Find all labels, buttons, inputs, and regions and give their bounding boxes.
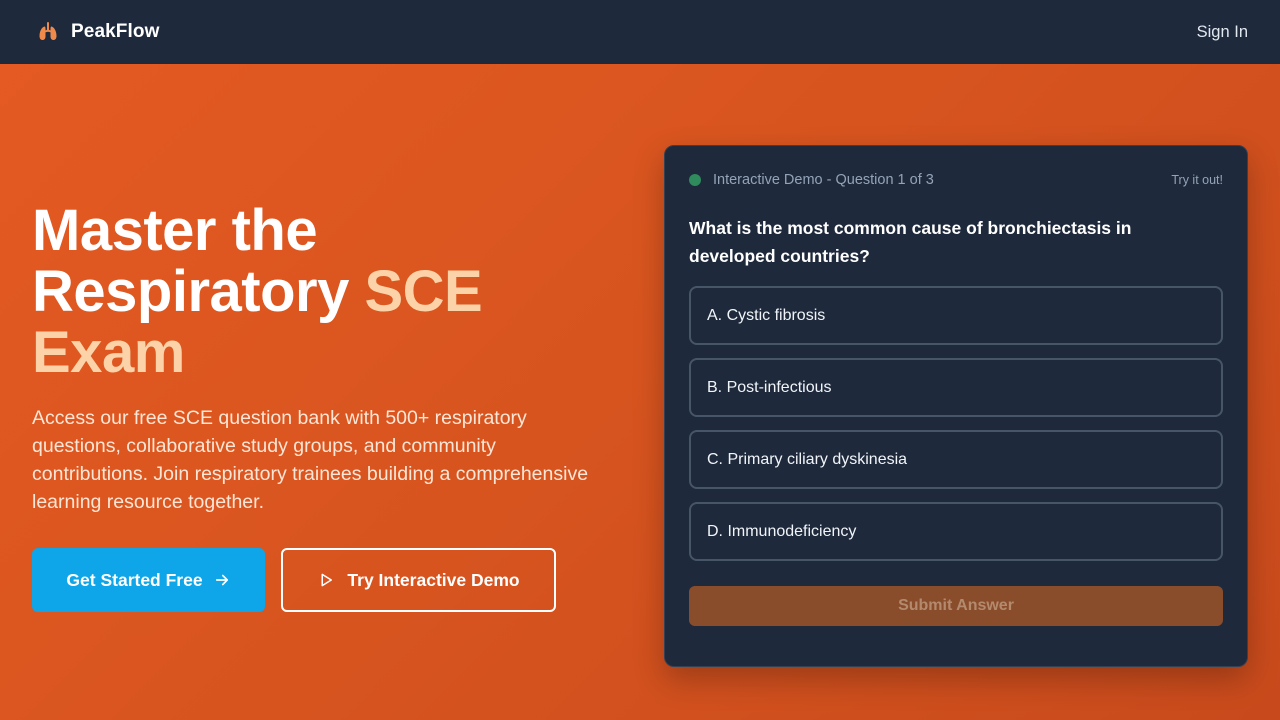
- hero-title-line3: Exam: [32, 320, 185, 385]
- brand-logo[interactable]: PeakFlow: [36, 20, 159, 44]
- hero-title-line2: Respiratory: [32, 259, 365, 324]
- answer-option-c[interactable]: C. Primary ciliary dyskinesia: [689, 430, 1223, 489]
- submit-answer-button[interactable]: Submit Answer: [689, 586, 1223, 626]
- get-started-button[interactable]: Get Started Free: [32, 548, 265, 612]
- answer-option-d[interactable]: D. Immunodeficiency: [689, 502, 1223, 561]
- arrow-right-icon: [215, 574, 228, 586]
- try-demo-label: Try Interactive Demo: [347, 569, 520, 590]
- hero-title: Master the Respiratory SCE Exam: [32, 200, 612, 383]
- play-icon: [321, 573, 333, 587]
- brand-name: PeakFlow: [71, 21, 160, 42]
- top-navbar: PeakFlow Sign In: [0, 0, 1280, 64]
- sign-in-link[interactable]: Sign In: [1197, 23, 1248, 42]
- hero-description: Access our free SCE question bank with 5…: [32, 407, 589, 513]
- demo-progress-label: Interactive Demo - Question 1 of 3: [713, 172, 934, 188]
- quiz-question: What is the most common cause of bronchi…: [689, 218, 1132, 266]
- demo-quiz-card: Interactive Demo - Question 1 of 3 Try i…: [664, 145, 1248, 667]
- demo-header: Interactive Demo - Question 1 of 3 Try i…: [689, 172, 1223, 188]
- answer-option-b[interactable]: B. Post-infectious: [689, 358, 1223, 417]
- hero-title-line1: Master the: [32, 198, 318, 263]
- hero-title-accent: SCE: [364, 259, 483, 324]
- get-started-label: Get Started Free: [66, 569, 203, 590]
- answer-option-a[interactable]: A. Cystic fibrosis: [689, 286, 1223, 345]
- status-dot-icon: [689, 174, 701, 186]
- lungs-icon: [39, 22, 57, 40]
- demo-status: Interactive Demo - Question 1 of 3: [689, 172, 934, 188]
- try-demo-button[interactable]: Try Interactive Demo: [281, 548, 556, 612]
- try-it-out-hint: Try it out!: [1171, 173, 1223, 187]
